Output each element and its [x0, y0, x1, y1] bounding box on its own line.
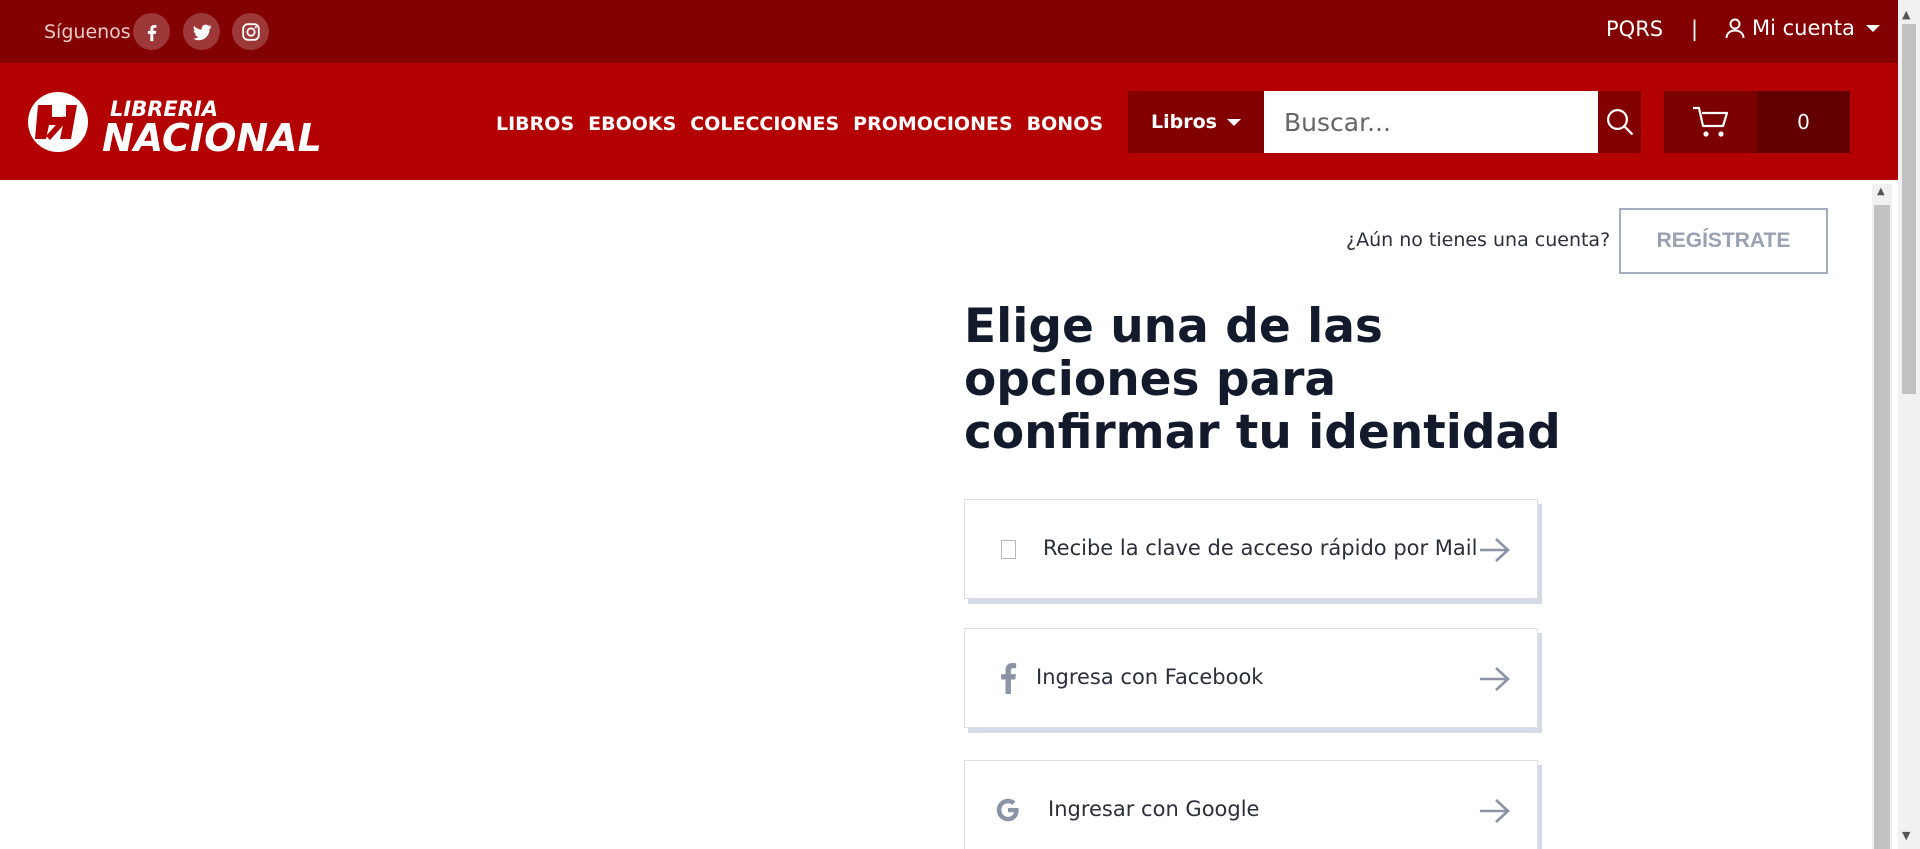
arrow-right-icon [1480, 799, 1510, 823]
facebook-icon [147, 24, 156, 41]
nav-ebooks[interactable]: EBOOKS [588, 113, 676, 135]
nav-bonos[interactable]: BONOS [1027, 113, 1103, 135]
top-bar: Síguenos PQRS | Mi cuenta [0, 0, 1898, 63]
chevron-down-icon [1226, 118, 1241, 126]
libreria-nacional-logo[interactable]: LIBRERIA NACIONAL [20, 89, 328, 155]
nav-promociones[interactable]: PROMOCIONES [853, 113, 1013, 135]
scroll-up-arrow-icon[interactable]: ▲ [1902, 8, 1910, 21]
instagram-icon [241, 22, 260, 41]
scroll-up-arrow-icon[interactable]: ▲ [1877, 186, 1885, 197]
follow-us-label: Síguenos [44, 21, 131, 43]
option-label: Ingresar con Google [1048, 797, 1260, 821]
pqrs-link[interactable]: PQRS [1606, 17, 1663, 41]
account-label: Mi cuenta [1752, 16, 1855, 40]
page-scrollbar-thumb[interactable] [1902, 24, 1916, 394]
option-facebook[interactable]: Ingresa con Facebook [964, 628, 1538, 728]
signup-prompt: ¿Aún no tienes una cuenta? [1346, 229, 1611, 251]
search-icon [1606, 109, 1633, 136]
instagram-link[interactable] [232, 13, 269, 50]
nav-colecciones[interactable]: COLECCIONES [690, 113, 839, 135]
nav-libros[interactable]: LIBROS [496, 113, 574, 135]
option-mail[interactable]: Recibe la clave de acceso rápido por Mai… [964, 499, 1538, 599]
account-menu[interactable]: Mi cuenta [1723, 16, 1880, 40]
svg-text:NACIONAL: NACIONAL [102, 116, 322, 155]
option-label: Ingresa con Facebook [1036, 665, 1264, 689]
user-icon [1725, 18, 1745, 39]
content-scrollbar-thumb[interactable] [1874, 205, 1890, 849]
cart-button[interactable]: 0 [1664, 91, 1850, 153]
arrow-right-icon [1480, 538, 1510, 562]
option-label: Recibe la clave de acceso rápido por Mai… [1043, 536, 1478, 560]
mail-icon [991, 532, 1025, 566]
facebook-icon [991, 661, 1025, 695]
facebook-link[interactable] [133, 13, 170, 50]
chevron-down-icon [1865, 24, 1880, 32]
search-category-label: Libros [1151, 111, 1217, 133]
search-category-select[interactable]: Libros [1128, 91, 1264, 153]
search-button[interactable] [1598, 91, 1641, 153]
option-google[interactable]: Ingresar con Google [964, 760, 1538, 849]
arrow-right-icon [1480, 667, 1510, 691]
search-input[interactable] [1264, 91, 1598, 153]
scroll-down-arrow-icon[interactable]: ▼ [1902, 829, 1910, 842]
twitter-link[interactable] [183, 13, 220, 50]
separator: | [1691, 17, 1699, 41]
cart-icon [1692, 106, 1728, 137]
twitter-icon [192, 24, 211, 40]
main-nav: LIBROS EBOOKS COLECCIONES PROMOCIONES BO… [496, 113, 1103, 135]
register-button[interactable]: REGÍSTRATE [1619, 208, 1828, 274]
page-title: Elige una de las opciones para confirmar… [964, 299, 1561, 460]
google-icon [991, 793, 1025, 827]
main-header: LIBRERIA NACIONAL LIBROS EBOOKS COLECCIO… [0, 63, 1898, 180]
cart-count: 0 [1757, 91, 1850, 153]
